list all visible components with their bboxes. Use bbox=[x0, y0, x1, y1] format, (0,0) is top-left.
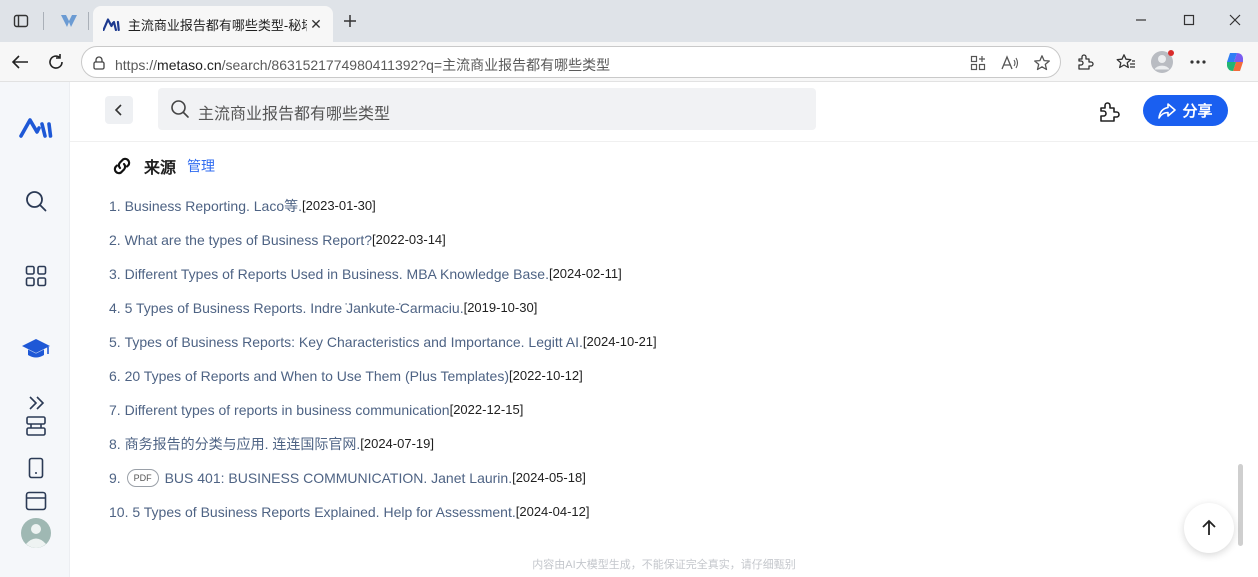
source-item[interactable]: 7. Different types of reports in busines… bbox=[109, 400, 657, 434]
source-item[interactable]: 2. What are the types of Business Report… bbox=[109, 230, 657, 264]
source-date: [2022-12-15] bbox=[449, 402, 524, 417]
source-number: 9. bbox=[109, 470, 121, 486]
app-sidebar bbox=[0, 82, 70, 577]
scrollbar-thumb[interactable] bbox=[1238, 464, 1243, 546]
source-item[interactable]: 9. PDF BUS 401: BUSINESS COMMUNICATION. J… bbox=[109, 468, 657, 502]
copilot-icon[interactable] bbox=[1222, 49, 1248, 75]
url-text[interactable]: https://metaso.cn/search/863152177498041… bbox=[115, 55, 610, 75]
tab-strip: 主流商业报告都有哪些类型-秘塔AI搜索 ✕ bbox=[0, 0, 1258, 42]
source-number: 6. bbox=[109, 368, 121, 384]
active-tab[interactable]: 主流商业报告都有哪些类型-秘塔AI搜索 ✕ bbox=[93, 6, 333, 42]
back-arrow-icon[interactable] bbox=[7, 49, 33, 75]
source-number: 2. bbox=[109, 232, 121, 248]
source-title-link[interactable]: Different types of reports in business c… bbox=[125, 400, 450, 420]
favorite-star-icon[interactable] bbox=[1030, 51, 1054, 75]
source-date: [2019-10-30] bbox=[463, 300, 538, 315]
more-menu-icon[interactable] bbox=[1185, 49, 1211, 75]
source-date: [2024-02-11] bbox=[548, 266, 622, 281]
extensions-icon[interactable] bbox=[1072, 49, 1098, 75]
source-item[interactable]: 3. Different Types of Reports Used in Bu… bbox=[109, 264, 657, 298]
source-title-link[interactable]: 20 Types of Reports and When to Use Them… bbox=[125, 366, 509, 386]
address-bar[interactable]: https://metaso.cn/search/863152177498041… bbox=[81, 46, 1061, 78]
profile-avatar-icon[interactable] bbox=[1149, 49, 1175, 75]
apps-grid-icon[interactable] bbox=[17, 257, 55, 295]
tab-separator bbox=[88, 12, 89, 30]
source-item[interactable]: 1. Business Reporting. Laco等. [2023-01-30… bbox=[109, 196, 657, 230]
search-icon bbox=[171, 100, 189, 118]
share-button[interactable]: 分享 bbox=[1143, 95, 1228, 126]
source-date: [2024-10-21] bbox=[582, 334, 657, 349]
source-number: 10. bbox=[109, 504, 129, 520]
library-stack-icon[interactable] bbox=[17, 407, 55, 445]
source-title-link[interactable]: 5 Types of Business Reports Explained. H… bbox=[132, 502, 515, 522]
source-date: [2022-10-12] bbox=[509, 368, 583, 383]
source-number: 3. bbox=[109, 266, 121, 282]
source-date: [2024-07-19] bbox=[360, 436, 434, 451]
search-icon[interactable] bbox=[17, 182, 55, 220]
source-title-link[interactable]: 商务报告的分类与应用. 连连国际官网. bbox=[125, 434, 361, 454]
source-title-link[interactable]: What are the types of Business Report? bbox=[125, 230, 372, 250]
source-item[interactable]: 6. 20 Types of Reports and When to Use T… bbox=[109, 366, 657, 400]
source-number: 8. bbox=[109, 436, 121, 452]
source-title-link[interactable]: 5 Types of Business Reports. Indre ̇Jank… bbox=[125, 298, 464, 318]
ai-disclaimer: 内容由AI大模型生成，不能保证完全真实，请仔细甄别 bbox=[532, 559, 796, 571]
manage-sources-link[interactable]: 管理 bbox=[187, 156, 215, 176]
source-date: [2022-03-14] bbox=[372, 232, 446, 247]
source-number: 7. bbox=[109, 402, 121, 418]
tab-separator bbox=[43, 12, 44, 30]
site-favicon-icon bbox=[103, 17, 120, 31]
source-number: 5. bbox=[109, 334, 121, 350]
source-item[interactable]: 5. Types of Business Reports: Key Charac… bbox=[109, 332, 657, 366]
source-title-link[interactable]: Business Reporting. Laco等. bbox=[125, 196, 302, 216]
lock-icon[interactable] bbox=[87, 51, 111, 75]
main-content: 主流商业报告都有哪些类型 分享 来源 管理 1. Business Report… bbox=[70, 82, 1258, 577]
search-query-text[interactable]: 主流商业报告都有哪些类型 bbox=[198, 100, 390, 124]
plugin-icon[interactable] bbox=[1095, 98, 1123, 126]
source-number: 1. bbox=[109, 198, 121, 214]
favorites-icon[interactable] bbox=[1113, 49, 1139, 75]
share-arrow-icon bbox=[1158, 102, 1177, 119]
source-number: 4. bbox=[109, 300, 121, 316]
sources-header: 来源 管理 bbox=[110, 154, 215, 178]
tab-close-icon[interactable]: ✕ bbox=[307, 16, 325, 33]
pdf-badge: PDF bbox=[126, 469, 159, 487]
app-available-icon[interactable] bbox=[966, 51, 990, 75]
user-avatar[interactable] bbox=[17, 514, 55, 552]
arrow-up-icon bbox=[1202, 519, 1216, 535]
source-date: [2023-01-30] bbox=[302, 198, 376, 213]
pinned-tab-icon[interactable] bbox=[56, 8, 82, 34]
source-title-link[interactable]: BUS 401: BUSINESS COMMUNICATION. Janet L… bbox=[165, 468, 513, 488]
source-item[interactable]: 10. 5 Types of Business Reports Explaine… bbox=[109, 502, 657, 536]
search-input[interactable]: 主流商业报告都有哪些类型 bbox=[158, 88, 816, 130]
back-to-top-button[interactable] bbox=[1184, 503, 1234, 553]
sources-list: 1. Business Reporting. Laco等. [2023-01-30… bbox=[109, 196, 657, 536]
tab-actions-icon[interactable] bbox=[8, 8, 34, 34]
share-label: 分享 bbox=[1182, 103, 1213, 120]
refresh-icon[interactable] bbox=[43, 49, 69, 75]
link-icon bbox=[113, 157, 131, 175]
window-close-icon[interactable] bbox=[1223, 8, 1247, 32]
read-aloud-icon[interactable] bbox=[998, 51, 1022, 75]
source-title-link[interactable]: Types of Business Reports: Key Character… bbox=[125, 332, 583, 352]
back-button[interactable] bbox=[105, 96, 133, 124]
metaso-logo-icon[interactable] bbox=[17, 109, 55, 147]
search-header: 主流商业报告都有哪些类型 分享 bbox=[70, 82, 1258, 142]
source-date: [2024-04-12] bbox=[515, 504, 590, 519]
tab-title: 主流商业报告都有哪些类型-秘塔AI搜索 bbox=[127, 17, 307, 33]
browser-toolbar: https://metaso.cn/search/863152177498041… bbox=[0, 42, 1258, 82]
maximize-icon[interactable] bbox=[1177, 8, 1201, 32]
sources-label: 来源 bbox=[144, 160, 177, 177]
minimize-icon[interactable] bbox=[1129, 8, 1153, 32]
source-date: [2024-05-18] bbox=[512, 470, 586, 485]
source-item[interactable]: 8. 商务报告的分类与应用. 连连国际官网. [2024-07-19] bbox=[109, 434, 657, 468]
chevron-left-icon bbox=[114, 104, 122, 116]
academic-cap-icon[interactable] bbox=[17, 330, 55, 368]
source-item[interactable]: 4. 5 Types of Business Reports. Indre ̇J… bbox=[109, 298, 657, 332]
new-tab-icon[interactable] bbox=[338, 9, 362, 33]
source-title-link[interactable]: Different Types of Reports Used in Busin… bbox=[125, 264, 549, 284]
